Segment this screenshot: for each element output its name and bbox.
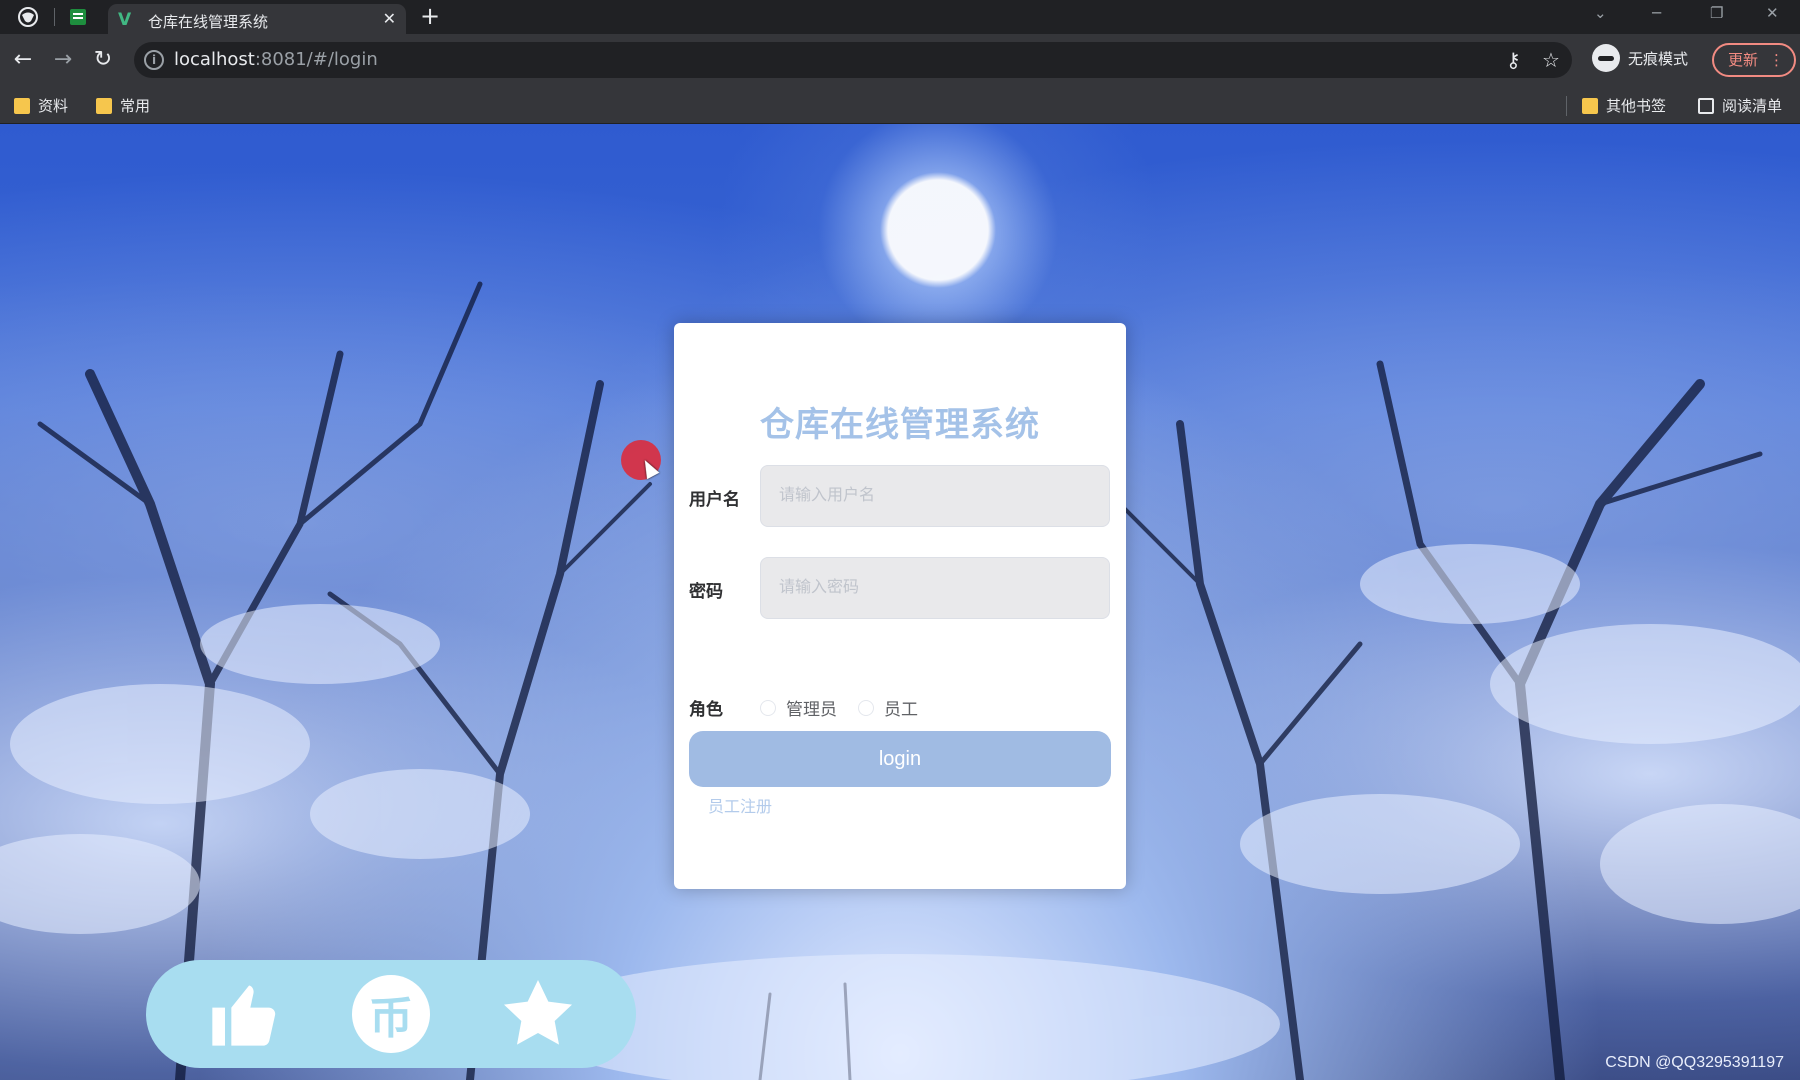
reading-list-icon <box>1698 97 1714 114</box>
reload-icon[interactable]: ↻ <box>90 47 116 73</box>
browser-toolbar: ← → ↻ i localhost:8081/#/login ⚷ ☆ 无痕模式 … <box>0 34 1800 86</box>
update-button[interactable]: 更新 ⋮ <box>1712 43 1796 77</box>
address-bar[interactable]: i localhost:8081/#/login ⚷ ☆ <box>134 42 1572 78</box>
bookmarks-bar: 资料 常用 其他书签 阅读清单 <box>0 86 1800 124</box>
update-label: 更新 <box>1728 51 1759 69</box>
bookmark-folder-changyong[interactable]: 常用 <box>96 95 150 116</box>
action-bar: 币 <box>146 960 636 1068</box>
favorite-icon[interactable] <box>498 974 578 1054</box>
incognito-label: 无痕模式 <box>1628 49 1689 68</box>
radio-circle-icon[interactable] <box>760 699 776 716</box>
bookmark-folder-ziliao[interactable]: 资料 <box>14 95 68 116</box>
minimize-icon[interactable]: ─ <box>1652 4 1661 22</box>
radio-circle-icon[interactable] <box>858 699 874 716</box>
coin-glyph: 币 <box>352 975 430 1053</box>
incognito-icon <box>1592 44 1620 72</box>
tab-separator <box>54 8 55 26</box>
other-bookmarks-label: 其他书签 <box>1606 97 1667 115</box>
role-label: 角色 <box>689 700 723 720</box>
menu-icon[interactable]: ⋮ <box>1769 45 1784 75</box>
tab-login[interactable]: V 仓库在线管理系统 ✕ <box>108 4 406 34</box>
bookmark-label: 常用 <box>120 97 151 115</box>
folder-icon <box>1582 97 1598 114</box>
login-page-background: 仓库在线管理系统 用户名 密码 角色 管理员 员工 login 员工注册 <box>0 124 1800 1080</box>
window-close-icon[interactable]: ✕ <box>1766 4 1779 22</box>
like-icon[interactable] <box>204 974 284 1054</box>
tab-close-icon[interactable]: ✕ <box>383 9 396 28</box>
folder-icon <box>96 97 112 114</box>
new-tab-button[interactable]: + <box>420 2 440 30</box>
register-link[interactable]: 员工注册 <box>708 793 772 817</box>
radio-label: 管理员 <box>786 700 837 720</box>
password-input[interactable] <box>760 557 1110 619</box>
vue-favicon-icon: V <box>118 10 132 30</box>
browser-app-icon <box>18 7 38 27</box>
page-title: 仓库在线管理系统 <box>760 405 1040 445</box>
role-radio-admin[interactable]: 管理员 <box>760 695 837 720</box>
reading-list[interactable]: 阅读清单 <box>1698 95 1782 116</box>
incognito-indicator[interactable]: 无痕模式 <box>1592 44 1688 72</box>
tab-list-icon[interactable]: ⌄ <box>1594 4 1607 22</box>
password-label: 密码 <box>689 582 723 602</box>
role-radio-staff[interactable]: 员工 <box>858 695 918 720</box>
bookmark-label: 资料 <box>38 97 69 115</box>
watermark: CSDN @QQ3295391197 <box>1605 1054 1784 1071</box>
username-input[interactable] <box>760 465 1110 527</box>
key-icon[interactable]: ⚷ <box>1506 48 1521 72</box>
reading-list-label: 阅读清单 <box>1722 97 1783 115</box>
url-text[interactable]: localhost:8081/#/login <box>174 49 378 70</box>
other-bookmarks[interactable]: 其他书签 <box>1582 95 1666 116</box>
coin-icon[interactable]: 币 <box>351 974 431 1054</box>
login-card: 仓库在线管理系统 用户名 密码 角色 管理员 员工 login 员工注册 <box>674 323 1126 889</box>
site-info-icon[interactable]: i <box>144 50 164 70</box>
sheet-icon[interactable] <box>68 7 88 27</box>
login-button[interactable]: login <box>689 731 1111 787</box>
folder-icon <box>14 97 30 114</box>
bookmarks-separator <box>1566 96 1567 116</box>
forward-icon[interactable]: → <box>50 47 76 73</box>
radio-label: 员工 <box>884 700 918 720</box>
username-label: 用户名 <box>689 490 740 510</box>
bookmark-star-icon[interactable]: ☆ <box>1542 48 1560 72</box>
browser-tabstrip: V 仓库在线管理系统 ✕ + ⌄ ─ ❐ ✕ <box>0 0 1800 34</box>
restore-icon[interactable]: ❐ <box>1710 4 1723 22</box>
tab-title: 仓库在线管理系统 <box>148 13 269 31</box>
back-icon[interactable]: ← <box>10 47 36 73</box>
